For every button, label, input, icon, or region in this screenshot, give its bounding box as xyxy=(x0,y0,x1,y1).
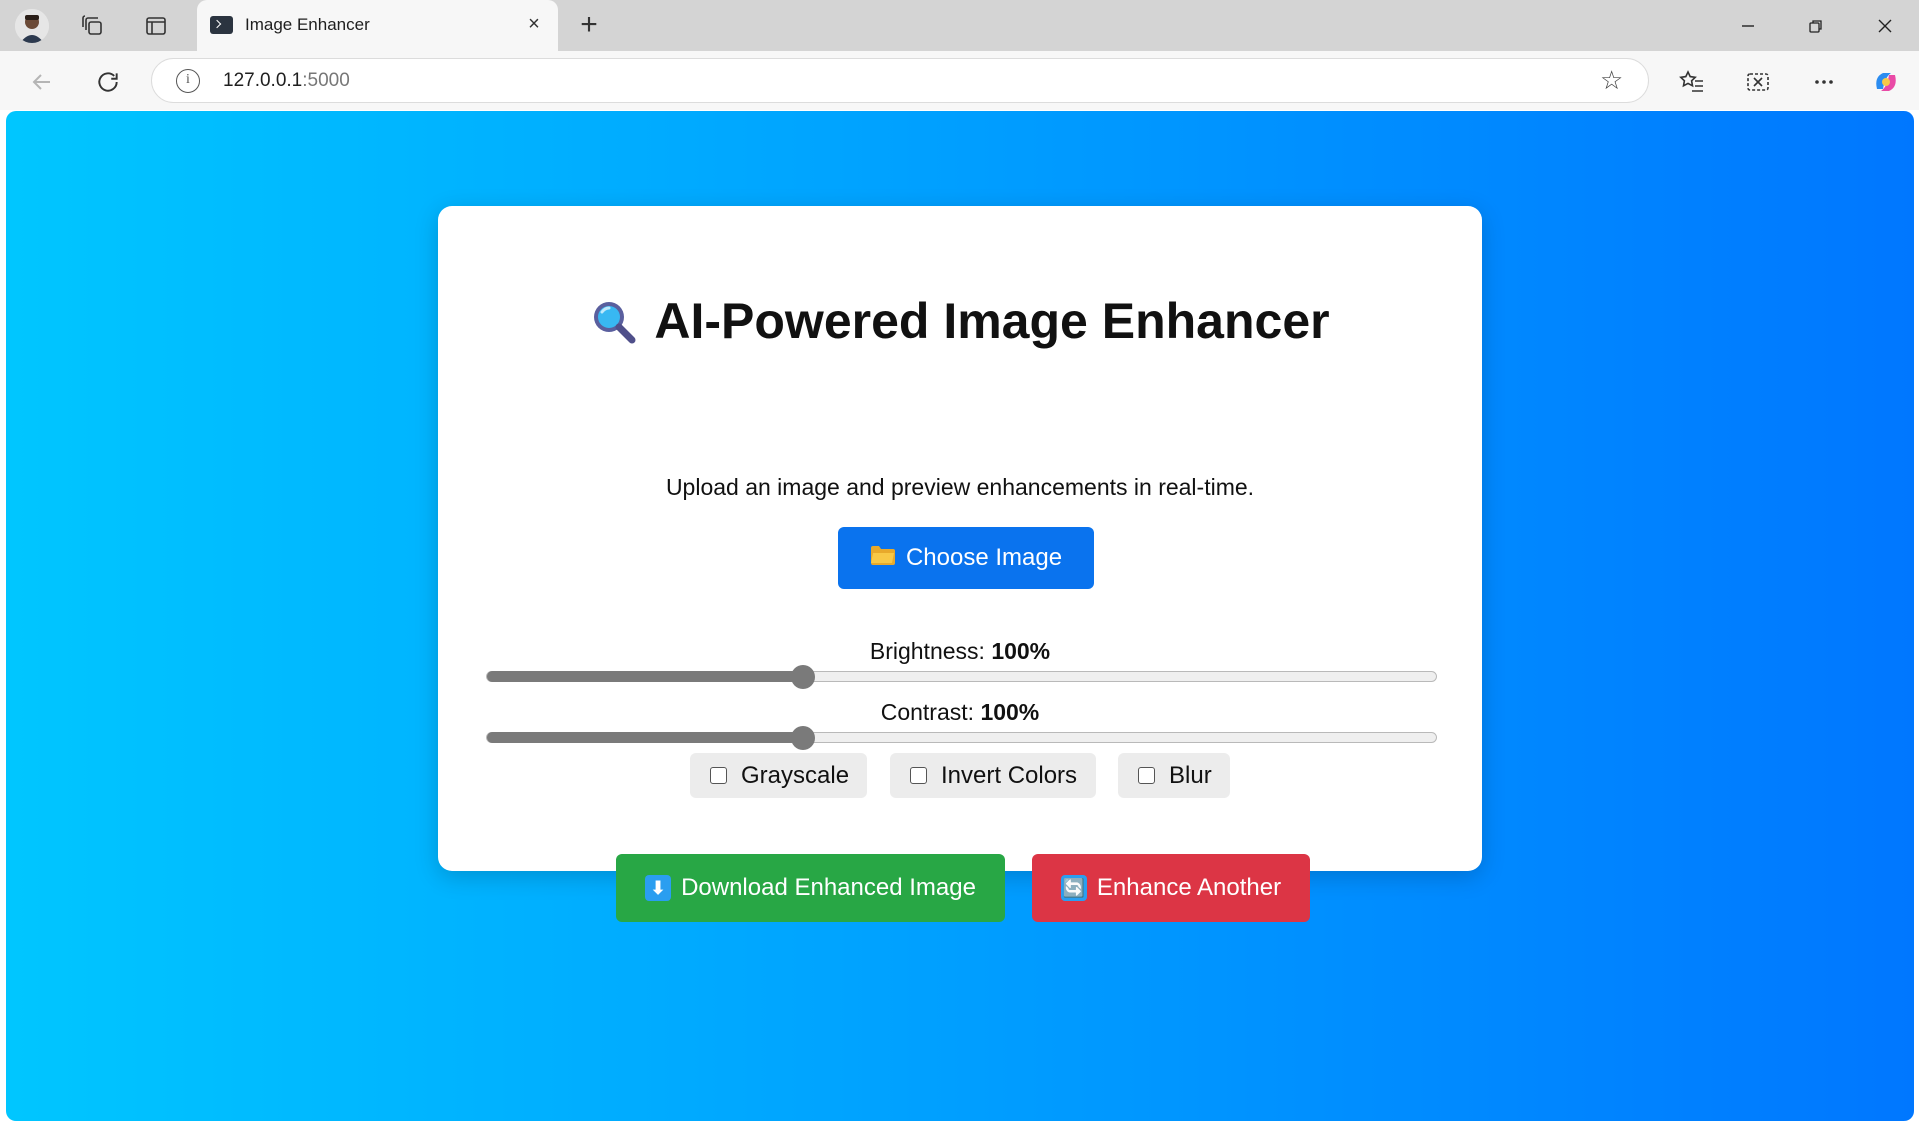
tab-title: Image Enhancer xyxy=(245,15,370,34)
title-row: AI-Powered Image Enhancer xyxy=(438,292,1482,350)
address-bar[interactable] xyxy=(151,58,1649,103)
profile-avatar[interactable] xyxy=(15,9,49,43)
terminal-favicon-icon xyxy=(210,16,233,34)
enhance-another-button[interactable]: 🔄 Enhance Another xyxy=(1032,854,1310,922)
invert-colors-label: Invert Colors xyxy=(941,761,1078,789)
grayscale-label: Grayscale xyxy=(741,761,850,789)
favorites-icon[interactable] xyxy=(1676,66,1708,98)
checkbox-box[interactable] xyxy=(910,767,927,784)
restore-icon[interactable] xyxy=(1801,11,1831,41)
checkbox-box[interactable] xyxy=(1138,767,1155,784)
brightness-slider[interactable] xyxy=(486,665,1437,689)
download-label: Download Enhanced Image xyxy=(681,874,976,901)
contrast-slider[interactable] xyxy=(486,726,1437,750)
site-info-icon[interactable]: i xyxy=(176,69,200,93)
checkbox-box[interactable] xyxy=(710,767,727,784)
minimize-icon[interactable] xyxy=(1733,11,1763,41)
blur-checkbox[interactable]: Blur xyxy=(1118,753,1230,798)
blur-label: Blur xyxy=(1169,761,1212,789)
brightness-label: Brightness: 100% xyxy=(869,638,1051,664)
contrast-slider-thumb[interactable] xyxy=(791,726,816,750)
back-arrow-icon[interactable] xyxy=(26,66,58,98)
page-subtitle: Upload an image and preview enhancements… xyxy=(665,474,1255,500)
enhancer-card: AI-Powered Image Enhancer Upload an imag… xyxy=(438,206,1482,922)
vertical-tabs-icon[interactable] xyxy=(140,10,172,42)
close-window-icon[interactable] xyxy=(1870,11,1900,41)
refresh-icon: 🔄 xyxy=(1060,875,1087,901)
page-viewport: AI-Powered Image Enhancer Upload an imag… xyxy=(6,111,1914,1121)
choose-image-button[interactable]: Choose Image xyxy=(838,527,1094,589)
workspaces-icon[interactable] xyxy=(77,10,109,42)
contrast-slider-fill xyxy=(487,732,804,743)
magnifying-glass-icon xyxy=(590,298,636,344)
down-arrow-icon: ⬇ xyxy=(645,875,672,901)
download-button[interactable]: ⬇ Download Enhanced Image xyxy=(616,854,1005,922)
folder-icon xyxy=(870,544,896,573)
new-tab-icon[interactable]: + xyxy=(573,10,605,42)
contrast-label: Contrast: 100% xyxy=(880,699,1040,725)
url-text[interactable]: 127.0.0.1:5000 xyxy=(223,70,350,92)
reload-icon[interactable] xyxy=(92,66,124,98)
contrast-value: 100% xyxy=(980,699,1040,725)
choose-image-label: Choose Image xyxy=(905,544,1063,571)
copilot-icon[interactable] xyxy=(1870,66,1902,98)
screenshot-icon[interactable] xyxy=(1742,66,1774,98)
brightness-slider-thumb[interactable] xyxy=(791,665,816,689)
favorite-star-icon[interactable]: ☆ xyxy=(1600,66,1623,94)
invert-colors-checkbox[interactable]: Invert Colors xyxy=(890,753,1096,798)
brightness-slider-fill xyxy=(487,671,804,682)
grayscale-checkbox[interactable]: Grayscale xyxy=(690,753,867,798)
brightness-value: 100% xyxy=(991,638,1051,664)
enhance-another-label: Enhance Another xyxy=(1096,874,1282,901)
more-options-icon[interactable] xyxy=(1808,66,1840,98)
page-title: AI-Powered Image Enhancer xyxy=(654,293,1330,349)
close-tab-icon[interactable]: × xyxy=(524,14,544,34)
